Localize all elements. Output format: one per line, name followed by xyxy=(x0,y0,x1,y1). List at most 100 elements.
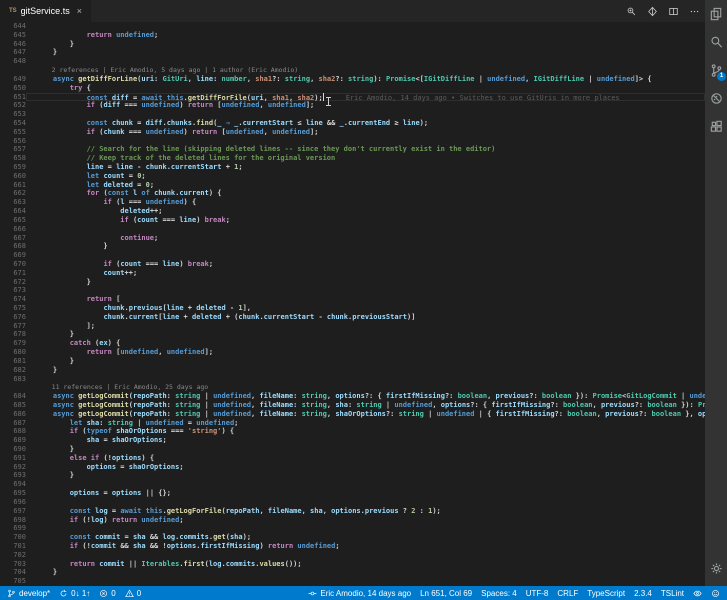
line-number[interactable]: 683 xyxy=(0,375,26,384)
close-icon[interactable]: × xyxy=(77,6,82,16)
gitlens-blame-status[interactable]: Eric Amodio, 14 days ago xyxy=(308,589,411,598)
code-text[interactable]: if (chunk === undefined) return [undefin… xyxy=(26,128,705,137)
eol[interactable]: CRLF xyxy=(557,589,578,598)
line-number[interactable]: 693 xyxy=(0,471,26,480)
code-text[interactable]: if (diff === undefined) return [undefine… xyxy=(26,101,705,110)
line-number[interactable]: 646 xyxy=(0,40,26,49)
code-text[interactable]: } xyxy=(26,357,705,366)
line-number[interactable]: 703 xyxy=(0,560,26,569)
line-number[interactable]: 698 xyxy=(0,516,26,525)
line-number[interactable]: 675 xyxy=(0,304,26,313)
line-number[interactable]: 700 xyxy=(0,533,26,542)
code-text[interactable]: const diff = await this.getDiffForFile(u… xyxy=(26,92,705,102)
line-number[interactable]: 677 xyxy=(0,322,26,331)
code-text[interactable] xyxy=(26,251,705,260)
line-number[interactable]: 699 xyxy=(0,524,26,533)
line-number[interactable]: 689 xyxy=(0,436,26,445)
code-text[interactable]: let deleted = 0; xyxy=(26,181,705,190)
line-number[interactable]: 662 xyxy=(0,189,26,198)
code-text[interactable]: deleted++; xyxy=(26,207,705,216)
line-number[interactable]: 692 xyxy=(0,463,26,472)
code-text[interactable]: async getLogCommit(repoPath: string | un… xyxy=(26,392,705,401)
line-number[interactable]: 701 xyxy=(0,542,26,551)
code-text[interactable] xyxy=(26,498,705,507)
line-number[interactable]: 695 xyxy=(0,489,26,498)
line-number[interactable]: 661 xyxy=(0,181,26,190)
code-text[interactable]: ]; xyxy=(26,322,705,331)
line-number[interactable]: 645 xyxy=(0,31,26,40)
code-text[interactable]: else if (!options) { xyxy=(26,454,705,463)
code-text[interactable] xyxy=(26,110,705,119)
line-number[interactable]: 668 xyxy=(0,242,26,251)
feedback-smiley[interactable] xyxy=(711,589,720,598)
code-text[interactable]: return [ xyxy=(26,295,705,304)
code-text[interactable]: return undefined; xyxy=(26,31,705,40)
line-number[interactable]: 678 xyxy=(0,330,26,339)
code-text[interactable]: if (!log) return undefined; xyxy=(26,516,705,525)
code-text[interactable]: } xyxy=(26,471,705,480)
line-number[interactable]: 680 xyxy=(0,348,26,357)
line-number[interactable]: 702 xyxy=(0,551,26,560)
code-text[interactable]: } xyxy=(26,242,705,251)
line-number[interactable]: 682 xyxy=(0,366,26,375)
code-text[interactable]: chunk.current[line + deleted + (chunk.cu… xyxy=(26,313,705,322)
line-number[interactable]: 657 xyxy=(0,145,26,154)
line-number[interactable]: 705 xyxy=(0,577,26,586)
code-text[interactable]: if (typeof shaOrOptions === 'string') { xyxy=(26,427,705,436)
code-text[interactable]: for (const l of chunk.current) { xyxy=(26,189,705,198)
codelens[interactable]: 2 references | Eric Amodio, 5 days ago |… xyxy=(26,66,705,75)
line-number[interactable]: 696 xyxy=(0,498,26,507)
split-editor-button[interactable] xyxy=(667,5,679,17)
code-text[interactable]: return commit || Iterables.first(log.com… xyxy=(26,560,705,569)
code-text[interactable]: // Search for the line (skipping deleted… xyxy=(26,145,705,154)
line-number[interactable]: 704 xyxy=(0,568,26,577)
more-actions-button[interactable] xyxy=(688,5,700,17)
line-number[interactable]: 687 xyxy=(0,419,26,428)
code-text[interactable] xyxy=(26,480,705,489)
code-text[interactable]: let count = 0; xyxy=(26,172,705,181)
line-number[interactable]: 685 xyxy=(0,401,26,410)
code-text[interactable]: let sha: string | undefined = undefined; xyxy=(26,419,705,428)
code-text[interactable] xyxy=(26,225,705,234)
code-text[interactable]: async getLogCommit(repoPath: string | un… xyxy=(26,401,705,410)
git-branch[interactable]: develop* xyxy=(7,589,50,598)
open-changes-button[interactable] xyxy=(625,5,637,17)
sidebar-item-explorer[interactable] xyxy=(705,0,727,28)
line-number[interactable]: 652 xyxy=(0,101,26,110)
line-number[interactable]: 655 xyxy=(0,128,26,137)
code-text[interactable]: const commit = sha && log.commits.get(sh… xyxy=(26,533,705,542)
ts-version[interactable]: 2.3.4 xyxy=(634,589,652,598)
tab-gitservice[interactable]: TS gitService.ts × xyxy=(0,0,91,22)
line-number[interactable]: 666 xyxy=(0,225,26,234)
code-text[interactable] xyxy=(26,22,705,31)
code-text[interactable]: async getLogCommit(repoPath: string | un… xyxy=(26,410,705,419)
line-number[interactable]: 694 xyxy=(0,480,26,489)
code-text[interactable]: async getDiffForLine(uri: GitUri, line: … xyxy=(26,75,705,84)
line-number[interactable]: 686 xyxy=(0,410,26,419)
code-text[interactable]: options = options || {}; xyxy=(26,489,705,498)
line-number[interactable]: 672 xyxy=(0,278,26,287)
encoding[interactable]: UTF-8 xyxy=(526,589,549,598)
line-number[interactable]: 688 xyxy=(0,427,26,436)
line-number[interactable]: 660 xyxy=(0,172,26,181)
code-text[interactable]: if (count === line) break; xyxy=(26,216,705,225)
sidebar-item-source-control[interactable]: 1 xyxy=(705,56,727,84)
line-number[interactable]: 658 xyxy=(0,154,26,163)
language-mode[interactable]: TypeScript xyxy=(587,589,625,598)
code-text[interactable]: } xyxy=(26,48,705,57)
code-text[interactable]: } xyxy=(26,278,705,287)
code-text[interactable] xyxy=(26,286,705,295)
line-number[interactable]: 676 xyxy=(0,313,26,322)
code-text[interactable]: continue; xyxy=(26,234,705,243)
code-text[interactable]: count++; xyxy=(26,269,705,278)
tslint-status[interactable]: TSLint xyxy=(661,589,684,598)
line-number[interactable]: 667 xyxy=(0,234,26,243)
line-number[interactable]: 670 xyxy=(0,260,26,269)
code-text[interactable] xyxy=(26,375,705,384)
code-text[interactable]: } xyxy=(26,366,705,375)
line-number[interactable]: 671 xyxy=(0,269,26,278)
line-number[interactable]: 648 xyxy=(0,57,26,66)
sidebar-item-extensions[interactable] xyxy=(705,112,727,140)
line-number[interactable]: 669 xyxy=(0,251,26,260)
code-text[interactable] xyxy=(26,137,705,146)
